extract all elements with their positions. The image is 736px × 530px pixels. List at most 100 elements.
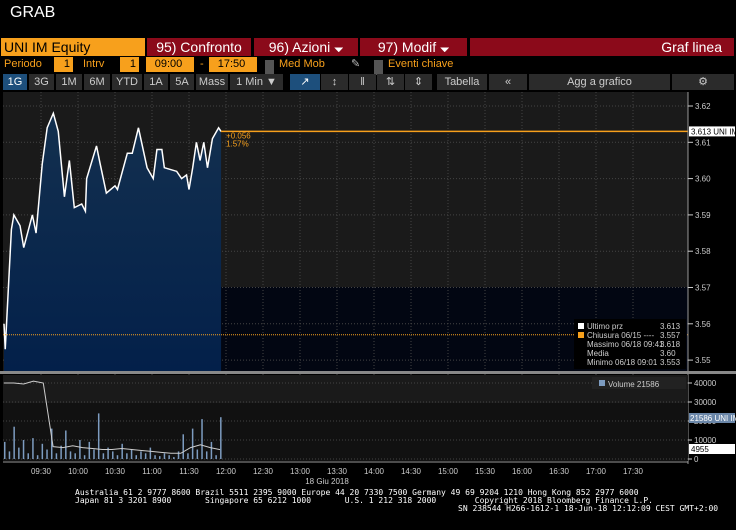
volume-bar [144,453,147,459]
edit-menu[interactable]: 97) Modif [360,38,467,56]
volume-last-tag-text: 21586 UNI IM [690,414,736,423]
volume-bar [27,453,29,459]
date-label: 18 Giu 2018 [305,477,349,486]
volume-bar [149,447,152,459]
volume-bar [102,453,105,459]
range-1m[interactable]: 1M [56,74,82,90]
volume-bar [121,443,123,459]
price-legend: Ultimo prz 3.613 Chiusura 06/15 ---- 3.557 M… [574,319,686,369]
volume-bar [69,451,72,459]
volume-bar [13,426,15,459]
collapse-button[interactable]: « [489,74,527,90]
y-tick-label: 3.57 [695,284,711,293]
add-to-chart-button[interactable]: Agg a grafico [529,74,670,90]
pencil-icon[interactable]: ✎ [351,57,360,72]
volume-bar [220,417,222,459]
volume-bar [135,455,138,459]
x-tick-label: 14:00 [364,467,385,476]
chevron-down-icon [440,47,450,53]
volume-bar [168,455,170,459]
range-1a[interactable]: 1A [144,74,168,90]
volume-bar [173,457,175,459]
volume-bar [187,453,189,459]
footer-session: SN 238544 H266-1612-1 18-Jun-18 12:12:09… [458,504,719,513]
actions-menu[interactable]: 96) Azioni [254,38,358,56]
ohlc-icon[interactable]: ⇅ [377,74,404,90]
y-tick-label: 3.62 [695,102,711,111]
edit-label: 97) Modif [377,39,437,55]
volume-bar [154,455,156,459]
legend-value: 3.557 [660,331,681,340]
legend-label: Media [587,349,609,358]
change-pct-label: 1.57% [226,139,249,148]
volume-bar [65,430,67,459]
volume-bar [22,440,25,459]
volume-bar [112,451,114,459]
x-tick-label: 16:30 [549,467,570,476]
panel-divider[interactable] [0,371,736,374]
legend-value: 3.618 [660,340,681,349]
volume-bar [97,413,100,459]
bar-chart-icon[interactable]: ‖ [349,74,376,90]
chart-type-button[interactable]: Graf linea [470,38,734,56]
range-bar: 1G 3G 1M 6M YTD 1A 5A Mass 1 Min ▼ ↗ ↕ ‖… [0,74,736,90]
volume-ma-tag-text: 4955 [691,445,709,454]
volume-bar [4,441,6,459]
volume-bar [83,455,86,459]
volume-bar [46,449,48,459]
range-1g[interactable]: 1G [3,74,27,90]
line-chart-icon[interactable]: ↗ [290,74,320,90]
interval-select[interactable]: 1 Min ▼ [230,74,283,90]
y-tick-label: 3.59 [695,211,711,220]
range-5a[interactable]: 5A [170,74,194,90]
actions-label: 96) Azioni [268,39,331,55]
legend-value: 3.613 [660,322,681,331]
range-6m[interactable]: 6M [84,74,110,90]
legend-value: 3.553 [660,358,681,367]
interval-label: Intrv [83,58,105,70]
volume-bar [205,451,208,459]
interval-input[interactable]: 1 [120,57,139,72]
volume-bar [215,455,217,459]
range-ytd[interactable]: YTD [112,74,142,90]
legend-label: Chiusura 06/15 ---- [587,331,654,340]
compare-label: 95) Confronto [156,39,242,55]
x-tick-label: 12:00 [216,467,237,476]
volume-bar [79,440,81,459]
legend-label: Ultimo prz [587,322,623,331]
y-tick-label: 3.60 [695,175,711,184]
volume-bar [36,455,39,459]
chevron-down-icon [334,47,344,53]
x-tick-label: 11:30 [179,467,199,476]
time-separator: - [200,58,204,70]
volume-bar [8,451,11,459]
settings-gear-icon[interactable]: ⚙ [672,74,734,90]
security-field[interactable]: UNI IM Equity [1,38,145,56]
y-tick-label: 3.61 [695,138,711,147]
compare-button[interactable]: 95) Confronto [147,38,251,56]
volume-tick-label: 30000 [694,398,717,407]
key-events-checkbox[interactable] [374,60,383,75]
volume-bar [116,455,119,459]
volume-bar [140,451,142,459]
start-time-input[interactable]: 09:00 [146,57,194,72]
x-tick-label: 14:30 [401,467,422,476]
legend-swatch [578,323,584,329]
hlc-icon[interactable]: ⇕ [405,74,432,90]
range-max[interactable]: Mass [196,74,228,90]
end-time-input[interactable]: 17:50 [209,57,257,72]
candlestick-icon[interactable]: ↕ [321,74,348,90]
x-tick-label: 17:30 [623,467,644,476]
price-chart[interactable]: +0.056 1.57% 3.623.613.603.593.583.573.5… [0,92,736,487]
range-3g[interactable]: 3G [29,74,54,90]
volume-bar [182,434,184,459]
y-tick-label: 3.56 [695,320,711,329]
volume-bar [130,449,133,459]
period-input[interactable]: 1 [54,57,73,72]
moving-avg-checkbox[interactable] [265,60,274,75]
table-button[interactable]: Tabella [437,74,487,90]
volume-bar [55,453,58,459]
volume-panel-top [3,375,688,403]
volume-bar [191,428,194,459]
volume-tick-label: 10000 [694,436,717,445]
